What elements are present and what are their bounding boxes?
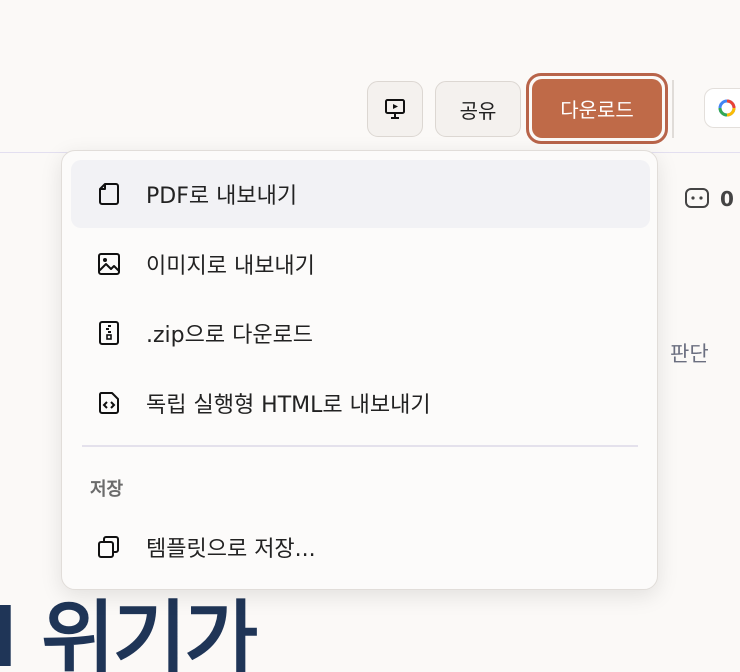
image-icon bbox=[95, 250, 123, 278]
menu-item-label: .zip으로 다운로드 bbox=[146, 323, 314, 348]
share-button[interactable]: 공유 bbox=[435, 81, 521, 137]
menu-section-save: 저장 bbox=[90, 479, 124, 500]
app-page: 공유 다운로드 0 판단 l 위기가 PDF로 내보내기 이미지로 내보내기 .… bbox=[0, 0, 740, 672]
zip-archive-icon bbox=[95, 319, 123, 347]
menu-item-export-pdf[interactable]: PDF로 내보내기 bbox=[71, 160, 650, 228]
comment-bubble-icon bbox=[685, 188, 709, 208]
document-side-text: 판단 bbox=[670, 342, 709, 366]
menu-item-export-image[interactable]: 이미지로 내보내기 bbox=[71, 230, 650, 298]
pdf-file-icon bbox=[95, 180, 123, 208]
menu-item-download-zip[interactable]: .zip으로 다운로드 bbox=[71, 299, 650, 367]
present-button[interactable] bbox=[367, 81, 423, 137]
toolbar-divider bbox=[672, 80, 674, 138]
menu-item-label: 이미지로 내보내기 bbox=[146, 254, 315, 279]
menu-item-label: 템플릿으로 저장... bbox=[146, 537, 316, 562]
menu-divider bbox=[82, 445, 638, 447]
gemini-button[interactable] bbox=[704, 88, 740, 128]
copy-template-icon bbox=[95, 533, 123, 561]
share-button-label: 공유 bbox=[459, 98, 497, 123]
html-file-icon bbox=[95, 389, 123, 417]
menu-item-label: PDF로 내보내기 bbox=[146, 184, 298, 209]
menu-item-label: 독립 실행형 HTML로 내보내기 bbox=[146, 393, 431, 418]
menu-item-save-template[interactable]: 템플릿으로 저장... bbox=[71, 513, 650, 581]
menu-item-export-html[interactable]: 독립 실행형 HTML로 내보내기 bbox=[71, 369, 650, 437]
download-menu: PDF로 내보내기 이미지로 내보내기 .zip으로 다운로드 독립 실행형 H… bbox=[61, 150, 658, 590]
comment-count: 0 bbox=[720, 187, 734, 211]
gemini-logo-icon bbox=[718, 99, 736, 117]
download-button-label: 다운로드 bbox=[560, 98, 634, 122]
download-button[interactable]: 다운로드 bbox=[532, 79, 662, 138]
top-bar bbox=[0, 0, 740, 67]
comments-indicator[interactable]: 0 bbox=[684, 186, 734, 212]
presentation-screen-icon bbox=[385, 99, 405, 119]
